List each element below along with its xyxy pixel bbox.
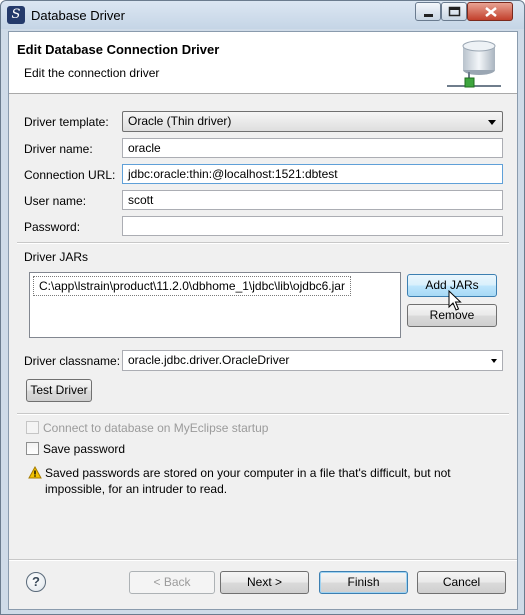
close-button[interactable]	[467, 2, 513, 21]
database-driver-window: S Database Driver Edit Database Connecti…	[0, 0, 525, 615]
connection-url-label: Connection URL:	[24, 168, 116, 182]
minimize-button[interactable]	[415, 2, 441, 21]
driver-classname-label: Driver classname:	[24, 354, 121, 368]
database-network-icon	[447, 40, 501, 88]
user-name-label: User name:	[24, 194, 87, 208]
warning-icon	[28, 466, 42, 479]
user-name-field[interactable]: scott	[122, 190, 503, 210]
myeclipse-icon: S	[7, 6, 25, 24]
window-title: Database Driver	[31, 8, 125, 23]
finish-button[interactable]: Finish	[319, 571, 408, 594]
save-password-checkbox[interactable]	[26, 442, 39, 455]
driver-jars-label: Driver JARs	[24, 250, 89, 264]
next-button[interactable]: Next >	[220, 571, 309, 594]
password-label: Password:	[24, 220, 81, 234]
dialog-client-area: Edit Database Connection Driver Edit the…	[8, 31, 518, 610]
driver-template-label: Driver template:	[24, 115, 109, 129]
separator	[9, 559, 517, 561]
title-bar[interactable]: S Database Driver	[1, 1, 524, 29]
chevron-down-icon	[488, 120, 496, 125]
driver-name-label: Driver name:	[24, 142, 93, 156]
driver-template-select[interactable]: Oracle (Thin driver)	[122, 111, 503, 132]
page-title: Edit Database Connection Driver	[17, 42, 220, 57]
driver-classname-value: oracle.jdbc.driver.OracleDriver	[128, 353, 290, 367]
driver-jars-list[interactable]: C:\app\lstrain\product\11.2.0\dbhome_1\j…	[29, 272, 401, 338]
minimize-icon	[424, 14, 433, 17]
driver-classname-combo[interactable]: oracle.jdbc.driver.OracleDriver	[122, 350, 503, 371]
list-item[interactable]: C:\app\lstrain\product\11.2.0\dbhome_1\j…	[33, 276, 351, 296]
separator	[17, 413, 509, 415]
driver-template-value: Oracle (Thin driver)	[128, 114, 232, 128]
driver-name-field[interactable]: oracle	[122, 138, 503, 158]
password-field[interactable]	[122, 216, 503, 236]
page-subtitle: Edit the connection driver	[24, 66, 160, 80]
close-icon	[485, 7, 497, 17]
test-driver-button[interactable]: Test Driver	[26, 379, 92, 402]
connect-on-startup-checkbox[interactable]	[26, 421, 39, 434]
save-password-label: Save password	[43, 442, 126, 456]
connection-url-field[interactable]: jdbc:oracle:thin:@localhost:1521:dbtest	[122, 164, 503, 184]
mouse-cursor-icon	[448, 290, 462, 311]
chevron-down-icon	[491, 359, 497, 363]
help-icon[interactable]: ?	[26, 572, 46, 592]
maximize-button[interactable]	[441, 2, 467, 21]
separator	[17, 242, 509, 244]
back-button[interactable]: < Back	[129, 571, 215, 594]
password-warning-text: Saved passwords are stored on your compu…	[45, 466, 451, 496]
wizard-header: Edit Database Connection Driver Edit the…	[9, 32, 517, 94]
maximize-icon	[448, 6, 461, 17]
connect-on-startup-label: Connect to database on MyEclipse startup	[43, 421, 269, 435]
cancel-button[interactable]: Cancel	[417, 571, 506, 594]
